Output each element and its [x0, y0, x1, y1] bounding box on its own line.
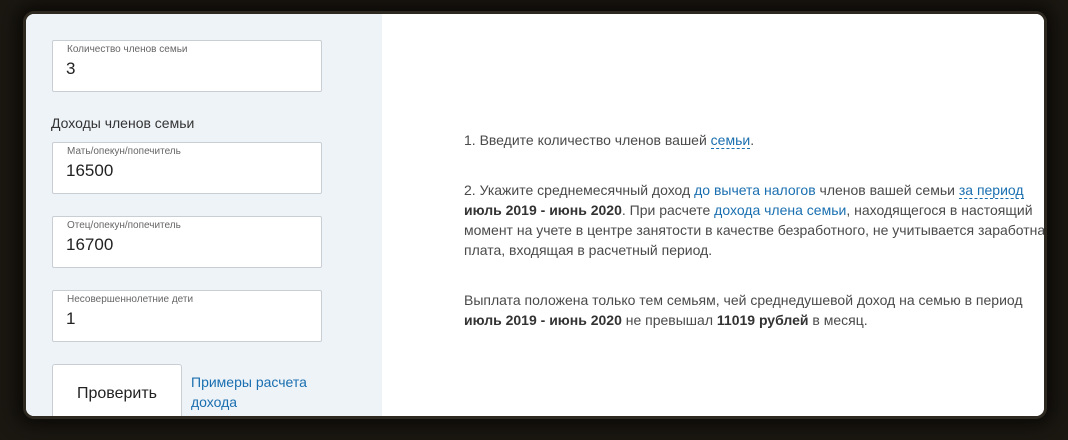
step-2-period: июль 2019 - июнь 2020	[464, 202, 622, 218]
instruction-step-2: 2. Укажите среднемесячный доход до вычет…	[464, 180, 1044, 260]
members-count-input[interactable]	[66, 59, 306, 79]
instruction-step-1: 1. Введите количество членов вашей семьи…	[464, 130, 1044, 150]
eligibility-note: Выплата положена только тем семьям, чей …	[464, 290, 1044, 330]
member-income-link[interactable]: дохода члена семьи	[714, 202, 846, 218]
note-text-b: не превышал	[621, 312, 717, 328]
period-link[interactable]: за период	[958, 182, 1024, 199]
mother-income-field[interactable]: Мать/опекун/попечитель	[52, 142, 322, 194]
step-2-text-a: 2. Укажите среднемесячный доход	[464, 182, 695, 198]
members-count-label: Количество членов семьи	[67, 44, 188, 55]
note-text-c: в месяц.	[808, 312, 868, 328]
members-count-field[interactable]: Количество членов семьи	[52, 40, 322, 92]
check-button[interactable]: Проверить	[52, 364, 182, 416]
children-income-input[interactable]	[66, 309, 306, 329]
calculator-panel: Количество членов семьи Доходы членов се…	[26, 14, 1044, 416]
note-text-a: Выплата положена только тем семьям, чей …	[464, 292, 1023, 308]
children-income-field[interactable]: Несовершеннолетние дети	[52, 290, 322, 342]
before-tax-link[interactable]: до вычета налогов	[694, 182, 816, 198]
step-2-text-b: членов вашей семьи	[815, 182, 959, 198]
instructions-column: 1. Введите количество членов вашей семьи…	[382, 14, 1044, 416]
note-threshold: 11019 рублей	[716, 312, 809, 328]
mother-income-input[interactable]	[66, 161, 306, 181]
step-1-text: 1. Введите количество членов вашей	[464, 132, 711, 148]
note-period: июль 2019 - июнь 2020	[464, 312, 622, 328]
father-income-label: Отец/опекун/попечитель	[67, 220, 181, 231]
form-column: Количество членов семьи Доходы членов се…	[26, 14, 382, 416]
income-examples-link[interactable]: Примеры расчета дохода	[191, 372, 341, 412]
children-income-label: Несовершеннолетние дети	[67, 294, 194, 305]
family-link[interactable]: семьи	[710, 132, 751, 149]
incomes-section-title: Доходы членов семьи	[51, 115, 195, 131]
mother-income-label: Мать/опекун/попечитель	[67, 146, 181, 157]
father-income-input[interactable]	[66, 235, 306, 255]
father-income-field[interactable]: Отец/опекун/попечитель	[52, 216, 322, 268]
step-1-end: .	[750, 132, 755, 148]
step-2-text-c: . При расчете	[621, 202, 715, 218]
